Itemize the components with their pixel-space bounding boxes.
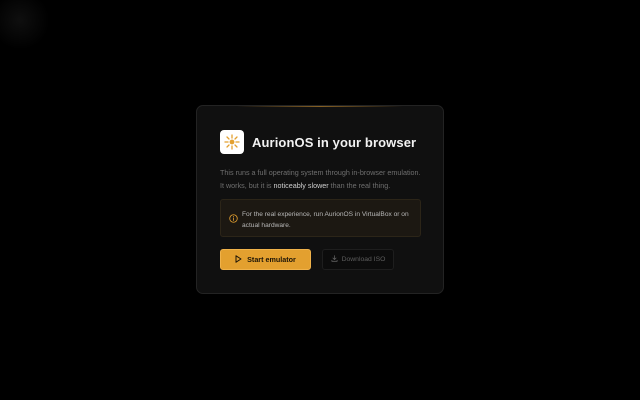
- notice-text: For the real experience, run AurionOS in…: [242, 211, 409, 229]
- dialog-description: This runs a full operating system throug…: [220, 167, 428, 192]
- dialog-title: AurionOS in your browser: [252, 134, 417, 150]
- description-line-2-end: than the real thing.: [328, 180, 391, 190]
- start-emulator-label: Start emulator: [247, 255, 296, 264]
- description-highlight: noticeably slower: [273, 180, 329, 190]
- download-icon: [331, 255, 338, 264]
- emulator-dialog: AurionOS in your browser This runs a ful…: [196, 105, 444, 294]
- recommendation-notice: For the real experience, run AurionOS in…: [220, 199, 421, 237]
- description-line-2-start: It works, but it is: [220, 180, 274, 190]
- download-iso-label: Download ISO: [341, 256, 386, 263]
- description-line-1: This runs a full operating system throug…: [220, 168, 421, 177]
- play-icon: [235, 254, 242, 265]
- aurionos-logo: [220, 130, 244, 154]
- corner-glow: [0, 0, 50, 50]
- info-circle-icon: [229, 210, 238, 228]
- page: AurionOS in your browser This runs a ful…: [0, 0, 640, 400]
- dialog-accent-line: [237, 106, 403, 107]
- start-emulator-button[interactable]: Start emulator: [220, 249, 311, 270]
- dialog-header: AurionOS in your browser: [220, 130, 416, 154]
- download-iso-button[interactable]: Download ISO: [322, 249, 394, 270]
